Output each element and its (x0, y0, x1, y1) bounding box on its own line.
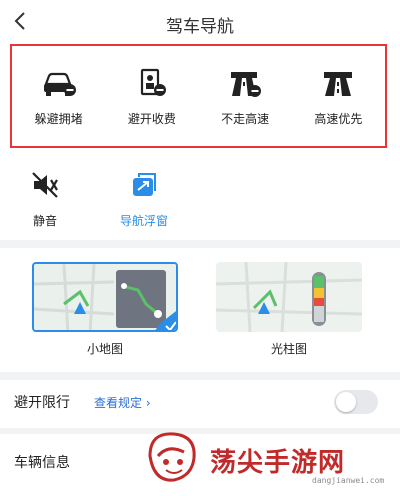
mute-label: 静音 (32, 214, 57, 228)
route-pref-label: 躲避拥堵 (34, 112, 83, 126)
view-rules-link[interactable]: 查看规定 › (94, 394, 151, 411)
route-pref-label: 高速优先 (314, 112, 363, 126)
toggle-knob (336, 392, 356, 412)
header: 驾车导航 (0, 0, 400, 44)
avoid-restriction-row: 避开限行 查看规定 › (0, 376, 400, 428)
map-mode-minimap-card[interactable] (32, 262, 178, 332)
map-mode-lightbar-card[interactable] (216, 262, 362, 332)
route-pref-avoid-congestion[interactable]: 躲避拥堵 (12, 46, 105, 146)
watermark-logo-icon (148, 432, 196, 482)
section-divider (0, 240, 400, 248)
lightbar-preview-image (216, 262, 362, 332)
watermark-brand: 荡尖手游网 (210, 448, 346, 478)
avoid-restriction-label: 避开限行 (14, 395, 70, 411)
floating-window-button[interactable]: 导航浮窗 (104, 170, 184, 229)
avoid-toll-icon (140, 68, 166, 96)
vehicle-info-label: 车辆信息 (14, 455, 70, 471)
route-pref-avoid-toll[interactable]: 避开收费 (105, 46, 198, 146)
avoid-restriction-toggle[interactable] (334, 390, 378, 414)
highway-first-icon (324, 72, 353, 96)
route-pref-label: 避开收费 (127, 112, 176, 126)
route-preferences: 躲避拥堵 避开收费 不走高速 高速优先 (10, 44, 387, 148)
mute-button[interactable]: 静音 (5, 170, 85, 229)
route-pref-highway-first[interactable]: 高速优先 (292, 46, 385, 146)
car-avoid-congestion-icon (43, 72, 76, 96)
minimap-preview-image (34, 264, 176, 330)
floating-window-label: 导航浮窗 (119, 214, 168, 228)
map-mode-lightbar-label: 光柱图 (270, 342, 307, 356)
map-mode-minimap-label: 小地图 (86, 342, 123, 356)
mute-icon (32, 172, 58, 198)
watermark: 荡尖手游网 dangjianwei.com (140, 424, 400, 496)
floating-window-icon (133, 173, 156, 196)
watermark-url: dangjianwei.com (312, 476, 385, 485)
route-pref-no-highway[interactable]: 不走高速 (199, 46, 292, 146)
no-highway-icon (231, 72, 262, 97)
route-pref-label: 不走高速 (221, 112, 270, 126)
nav-tools: 静音 导航浮窗 (0, 170, 400, 230)
map-mode-selector: 小地图 光柱图 (0, 256, 400, 368)
page-title: 驾车导航 (166, 17, 234, 37)
